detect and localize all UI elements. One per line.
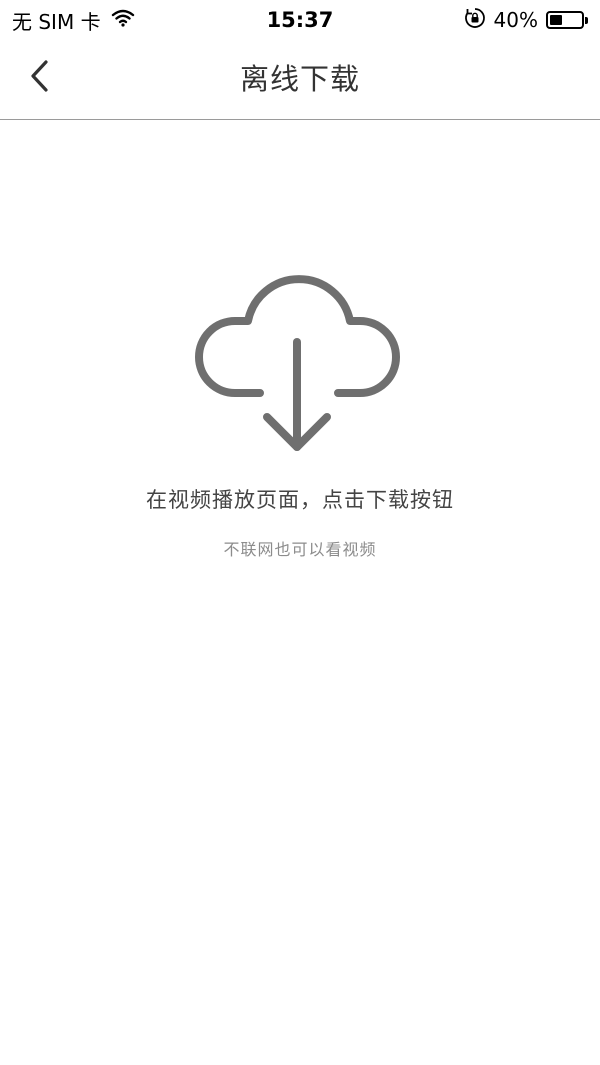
cloud-download-icon — [192, 250, 408, 464]
page-title: 离线下载 — [239, 62, 360, 96]
status-left: 无 SIM 卡 — [12, 6, 192, 35]
empty-state: 在视频播放页面，点击下载按钮 不联网也可以看视频 — [0, 250, 600, 560]
battery-fill — [550, 15, 562, 25]
empty-state-subtitle: 不联网也可以看视频 — [223, 540, 377, 559]
battery-percent: 40% — [493, 8, 538, 32]
battery-icon — [546, 11, 588, 29]
empty-state-title: 在视频播放页面，点击下载按钮 — [146, 488, 454, 512]
chevron-left-icon — [28, 58, 52, 98]
wifi-icon — [111, 8, 135, 32]
status-bar: 无 SIM 卡 15:37 40% — [0, 0, 600, 40]
carrier-label: 无 SIM 卡 — [12, 9, 101, 34]
status-right: 40% — [408, 7, 588, 34]
navigation-bar: 离线下载 — [0, 40, 600, 120]
battery-cap — [585, 16, 588, 24]
battery-body — [546, 11, 584, 29]
offline-download-screen: 无 SIM 卡 15:37 40% 离线下载 在视频播放页面，点击下载按钮 不联… — [0, 0, 600, 1065]
back-button[interactable] — [18, 56, 62, 100]
orientation-lock-icon — [464, 7, 486, 34]
